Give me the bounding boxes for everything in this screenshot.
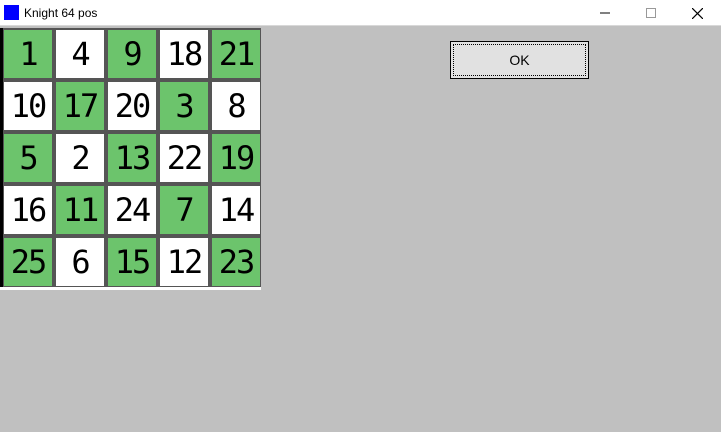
board-cell[interactable]: 24	[108, 186, 156, 234]
maximize-button[interactable]	[628, 0, 674, 26]
board-cell[interactable]: 5	[4, 134, 52, 182]
ok-button-label: OK	[509, 52, 530, 68]
minimize-button[interactable]	[582, 0, 628, 26]
maximize-icon	[646, 8, 656, 18]
board-cell[interactable]: 6	[56, 238, 104, 286]
board-cell[interactable]: 20	[108, 82, 156, 130]
board-cell[interactable]: 10	[4, 82, 52, 130]
minimize-icon	[600, 12, 610, 14]
board-cell[interactable]: 19	[212, 134, 260, 182]
board-cell[interactable]: 1	[4, 30, 52, 78]
board-cell[interactable]: 17	[56, 82, 104, 130]
close-button[interactable]	[674, 0, 720, 26]
board-cell[interactable]: 4	[56, 30, 104, 78]
board-cell[interactable]: 9	[108, 30, 156, 78]
board-cell[interactable]: 14	[212, 186, 260, 234]
close-icon	[691, 7, 703, 19]
board-cell[interactable]: 3	[160, 82, 208, 130]
board-cell[interactable]: 12	[160, 238, 208, 286]
board-cell[interactable]: 18	[160, 30, 208, 78]
board-cell[interactable]: 13	[108, 134, 156, 182]
title-bar[interactable]: Knight 64 pos	[0, 0, 721, 26]
window-title: Knight 64 pos	[24, 6, 98, 20]
client-area: 1 4 9 18 21 10 17 20 3 8 5 2 13 22 19 16 11 24 7 14 25 6 15 12 2…	[0, 26, 721, 432]
ok-button[interactable]: OK	[450, 41, 589, 79]
board-cell[interactable]: 2	[56, 134, 104, 182]
board-cell[interactable]: 16	[4, 186, 52, 234]
board-cell[interactable]: 22	[160, 134, 208, 182]
board-cell[interactable]: 21	[212, 30, 260, 78]
board-cell[interactable]: 15	[108, 238, 156, 286]
board-cell[interactable]: 7	[160, 186, 208, 234]
board-edge	[0, 28, 3, 287]
board-cell[interactable]: 25	[4, 238, 52, 286]
app-icon	[4, 5, 19, 20]
knight-board: 1 4 9 18 21 10 17 20 3 8 5 2 13 22 19 16 11 24 7 14 25 6 15 12 2…	[0, 28, 261, 290]
board-cell[interactable]: 23	[212, 238, 260, 286]
board-cell[interactable]: 11	[56, 186, 104, 234]
board-cell[interactable]: 8	[212, 82, 260, 130]
